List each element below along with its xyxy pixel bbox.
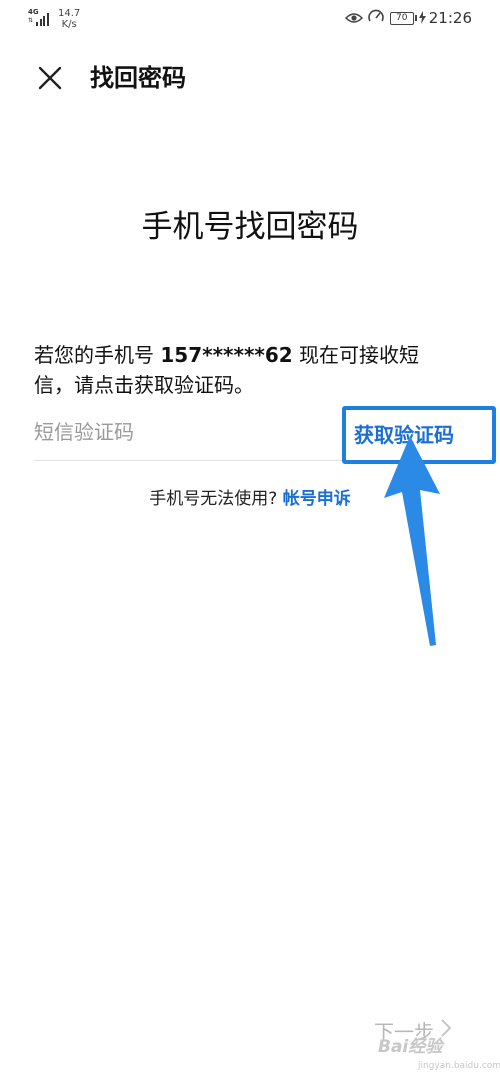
- speed-value: 14.7: [58, 8, 81, 19]
- instruction-text: 若您的手机号 157******62 现在可接收短信，请点击获取验证码。: [34, 340, 454, 400]
- clock: 21:26: [428, 9, 472, 27]
- help-text: 手机号无法使用?: [149, 489, 283, 509]
- eye-icon: [344, 9, 363, 28]
- status-right: 70 21:26: [341, 8, 472, 28]
- data-arrows-icon: ⇅: [28, 17, 34, 24]
- sms-code-input[interactable]: [34, 412, 334, 452]
- battery-icon: 70: [389, 11, 417, 25]
- watermark-domain: jingyan.baidu.com: [418, 1061, 500, 1071]
- instruction-prefix: 若您的手机号: [34, 343, 161, 367]
- find-password-page: 4G ⇅ 14.7 K/s 70 21:26 找回密码 手机号找回密码 若您的手…: [0, 0, 500, 1084]
- speed-unit: K/s: [61, 19, 77, 30]
- battery-level: 70: [389, 11, 414, 25]
- close-icon: [38, 66, 62, 90]
- charging-icon: [418, 9, 426, 28]
- header-title: 找回密码: [90, 64, 186, 92]
- close-button[interactable]: [32, 60, 68, 96]
- status-left: 4G ⇅ 14.7 K/s: [28, 8, 80, 30]
- annotation-arrow-icon: [384, 436, 440, 646]
- signal-bars: [36, 12, 52, 26]
- network-speed: 14.7 K/s: [58, 8, 80, 30]
- page-title: 手机号找回密码: [141, 209, 359, 245]
- account-appeal-link[interactable]: 帐号申诉: [283, 489, 351, 509]
- baidu-watermark: Bai经验: [378, 1037, 443, 1057]
- masked-phone-number: 157******62: [160, 343, 293, 367]
- status-bar: 4G ⇅ 14.7 K/s 70 21:26: [0, 0, 500, 36]
- speedometer-icon: [367, 8, 385, 28]
- signal-icon: 4G ⇅: [28, 8, 52, 28]
